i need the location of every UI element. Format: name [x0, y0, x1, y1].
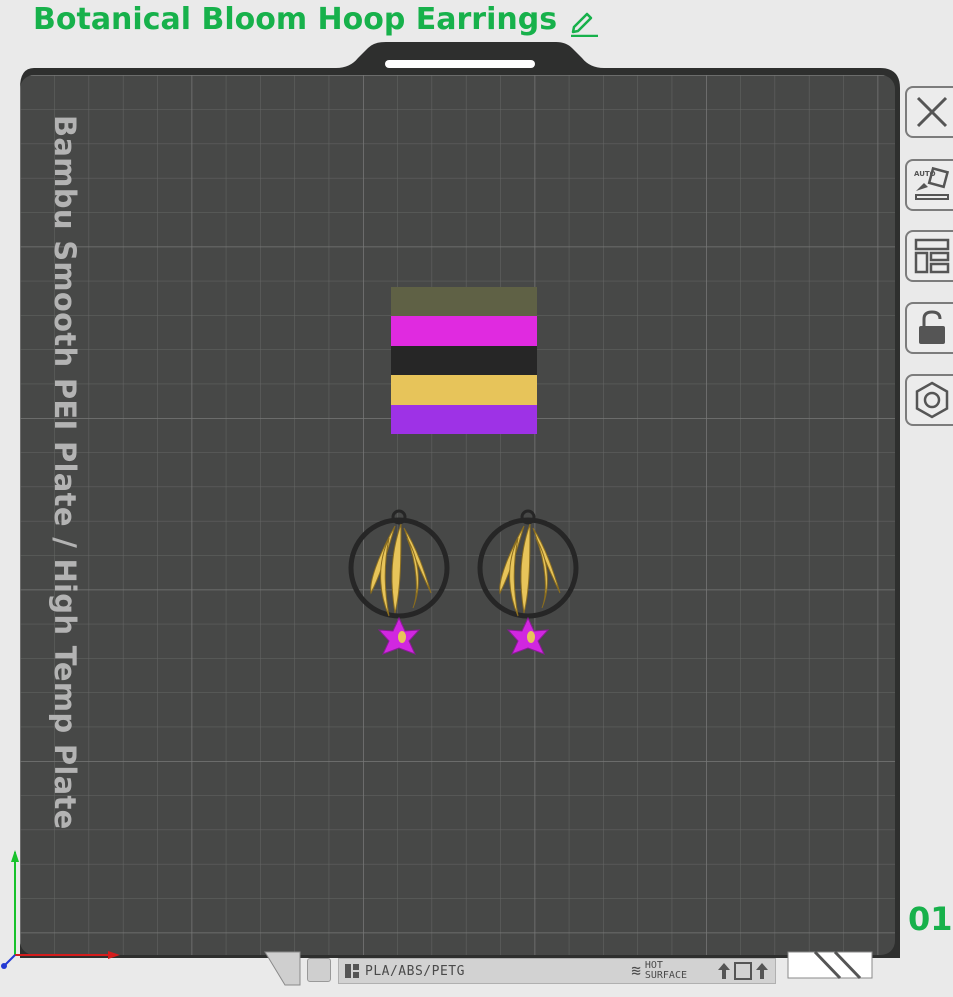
arrange-button[interactable]	[905, 230, 953, 282]
material-grid-icon	[345, 964, 359, 978]
surface-label: SURFACE	[644, 970, 687, 981]
build-plate[interactable]	[0, 0, 953, 997]
plate-type-label: Bambu Smooth PEI Plate / High Temp Plate	[48, 115, 82, 830]
plate-square-icon	[734, 962, 752, 980]
arrange-icon	[914, 238, 950, 274]
prime-tower[interactable]	[391, 287, 537, 434]
auto-orient-icon: AUTO	[914, 166, 950, 200]
hot-surface-warning: ≋ HOT SURFACE	[631, 961, 687, 981]
plate-bottom-tab	[307, 958, 331, 982]
close-plate-button[interactable]	[905, 86, 953, 138]
plate-handle	[385, 60, 535, 68]
compatible-materials: PLA/ABS/PETG	[365, 963, 465, 979]
auto-orient-button[interactable]: AUTO	[905, 159, 953, 211]
heat-waves-icon: ≋	[631, 961, 641, 980]
plate-number[interactable]: 01	[908, 900, 953, 938]
plate-info-strip: PLA/ABS/PETG ≋ HOT SURFACE	[338, 958, 776, 984]
plate-settings-button[interactable]	[905, 374, 953, 426]
arrow-up-icon	[756, 963, 768, 979]
lock-plate-button[interactable]	[905, 302, 953, 354]
arrow-up-icon	[718, 963, 730, 979]
hex-settings-icon	[915, 381, 949, 419]
lock-icon	[919, 310, 945, 344]
plate-orientation-marks	[717, 962, 769, 980]
close-icon	[916, 96, 948, 128]
